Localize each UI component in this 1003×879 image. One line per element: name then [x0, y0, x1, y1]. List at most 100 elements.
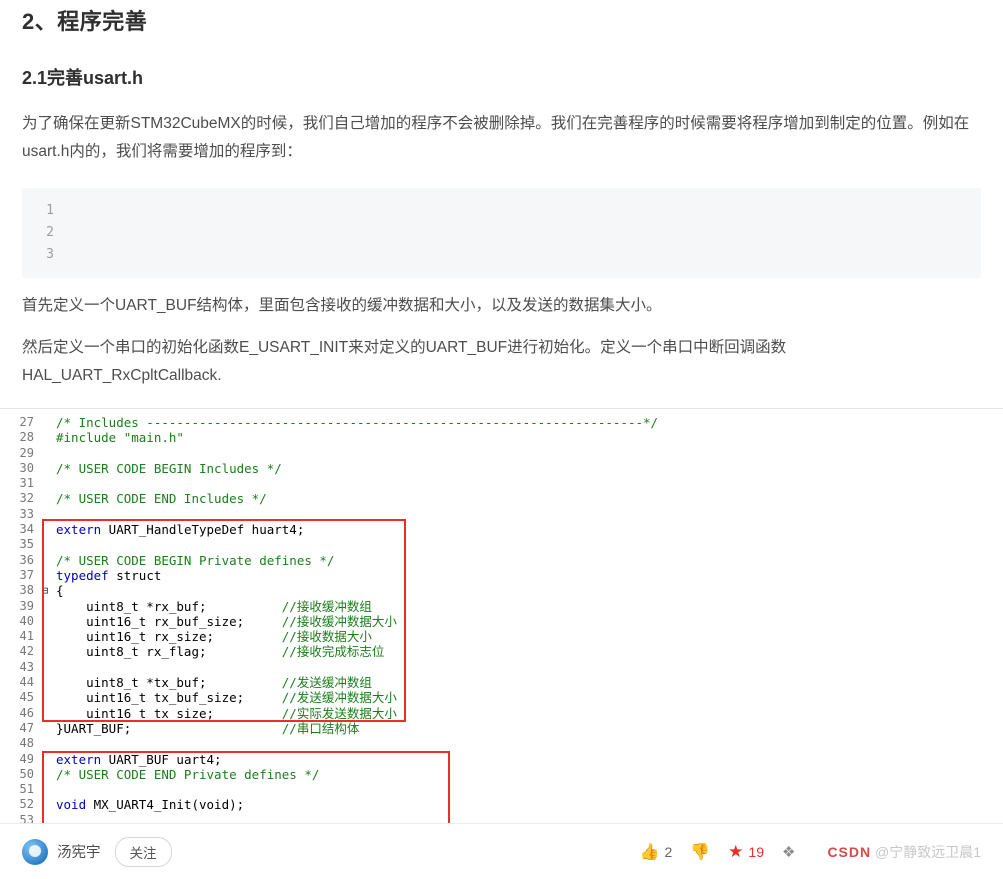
avatar[interactable]	[22, 838, 48, 865]
code-line: 45 uint16_t tx_buf_size; //发送缓冲数据大小	[0, 690, 1003, 705]
code-text: /* USER CODE BEGIN Includes */	[56, 460, 282, 476]
fold-toggle-icon	[40, 614, 50, 629]
fold-toggle-icon	[40, 782, 50, 797]
line-number: 44	[19, 675, 34, 690]
code-line: 29	[0, 446, 1003, 461]
code-line: 28 #include "main.h"	[0, 430, 1003, 445]
sub-section-title: 2.1完善usart.h	[22, 68, 144, 88]
thumb-down-icon: 👎	[690, 843, 711, 861]
code-line: 35	[0, 537, 1003, 552]
code-text: /* USER CODE END Private defines */	[56, 766, 320, 782]
code-line: 48	[0, 736, 1003, 751]
code-text: /* USER CODE END Includes */	[56, 491, 267, 507]
share-icon: ❖	[781, 843, 796, 861]
code-text: uint8_t *tx_buf; //发送缓冲数组	[56, 675, 372, 691]
fold-toggle-icon	[40, 721, 50, 736]
article-page: 2、程序完善 2.1完善usart.h 为了确保在更新STM32CubeMX的时…	[0, 0, 1003, 879]
code-line: 41 uint16_t rx_size; //接收数据大小	[0, 629, 1003, 644]
watermark-brand: CSDN	[827, 843, 872, 860]
fold-toggle-icon	[40, 476, 50, 491]
code-block-usart-defines: 1 2 3	[22, 188, 981, 278]
line-number: 51	[19, 782, 34, 797]
dislike-button[interactable]: 👎	[690, 842, 710, 862]
fold-toggle-icon	[40, 706, 50, 721]
star-icon: ★	[728, 841, 744, 861]
fold-toggle-icon	[40, 446, 50, 461]
fold-toggle-icon	[40, 767, 50, 782]
line-number: 32	[19, 491, 34, 506]
like-button[interactable]: 👍 2	[640, 842, 673, 862]
fold-toggle-icon	[40, 415, 50, 430]
favorite-button[interactable]: ★ 19	[728, 842, 764, 862]
line-number: 37	[19, 567, 34, 582]
code-text: typedef struct	[56, 567, 162, 583]
line-number: 1	[46, 203, 54, 218]
code-line: 46 uint16_t tx_size; //实际发送数据大小	[0, 706, 1003, 721]
fold-toggle-icon[interactable]: ⊟	[40, 583, 50, 598]
code-line: 37 typedef struct	[0, 568, 1003, 583]
code-text: uint16_t tx_buf_size; //发送缓冲数据大小	[56, 690, 397, 706]
thumb-up-icon: 👍	[639, 843, 660, 861]
code-block-usart-h-source: 27 /* Includes --------------------------…	[0, 408, 1003, 860]
fold-toggle-icon	[40, 507, 50, 522]
fold-toggle-icon	[40, 491, 50, 506]
fold-toggle-icon	[40, 599, 50, 614]
fold-toggle-icon	[40, 430, 50, 445]
line-number: 27	[19, 415, 34, 429]
line-number: 29	[19, 445, 34, 460]
fold-toggle-icon	[40, 644, 50, 659]
code-text: uint16_t rx_buf_size; //接收缓冲数据大小	[56, 613, 397, 629]
code-line: 38 ⊟ {	[0, 583, 1003, 598]
code-text: extern UART_BUF uart4;	[56, 751, 222, 767]
fold-toggle-icon	[40, 797, 50, 812]
code-line: 31	[0, 476, 1003, 491]
code-line: 33	[0, 507, 1003, 522]
like-count: 2	[664, 843, 673, 860]
code-line: 39 uint8_t *rx_buf; //接收缓冲数组	[0, 599, 1003, 614]
code-line: 42 uint8_t rx_flag; //接收完成标志位	[0, 644, 1003, 659]
paragraph-3: 然后定义一个串口的初始化函数E_USART_INIT来对定义的UART_BUF进…	[22, 339, 787, 384]
fold-toggle-icon	[40, 522, 50, 537]
line-number: 41	[19, 629, 34, 644]
fold-toggle-icon	[40, 675, 50, 690]
line-number: 36	[19, 552, 34, 567]
code-text: }UART_BUF; //串口结构体	[56, 720, 360, 736]
line-number: 3	[46, 247, 54, 262]
line-number: 40	[19, 613, 34, 628]
code-line: 30 /* USER CODE BEGIN Includes */	[0, 461, 1003, 476]
code-line: 50 /* USER CODE END Private defines */	[0, 767, 1003, 782]
page-title: 2、程序完善	[22, 9, 148, 34]
line-number: 50	[19, 766, 34, 781]
code-text: {	[56, 583, 64, 599]
code-line: 49 extern UART_BUF uart4;	[0, 752, 1003, 767]
line-number: 35	[19, 537, 34, 552]
code-text: uint8_t rx_flag; //接收完成标志位	[56, 644, 385, 660]
fold-toggle-icon	[40, 537, 50, 552]
line-number: 33	[19, 506, 34, 521]
code-text: uint8_t *rx_buf; //接收缓冲数组	[56, 598, 372, 614]
line-number: 39	[19, 598, 34, 613]
watermark: CSDN @宁静致远卫晨1	[827, 842, 981, 862]
code-line: 36 /* USER CODE BEGIN Private defines */	[0, 553, 1003, 568]
share-button[interactable]: ❖	[782, 843, 795, 861]
follow-button[interactable]: 关注	[114, 836, 172, 867]
fold-toggle-icon	[40, 553, 50, 568]
code-line: 27 /* Includes --------------------------…	[0, 415, 1003, 430]
watermark-user: @宁静致远卫晨1	[875, 843, 981, 860]
code-line: 3	[22, 244, 981, 266]
code-text: #include "main.h"	[56, 430, 184, 446]
code-text: /* Includes ----------------------------…	[56, 415, 659, 430]
paragraph-1: 为了确保在更新STM32CubeMX的时候，我们自己增加的程序不会被删除掉。我们…	[22, 115, 970, 160]
code-text: extern UART_HandleTypeDef huart4;	[56, 522, 305, 538]
code-line: 44 uint8_t *tx_buf; //发送缓冲数组	[0, 675, 1003, 690]
code-text: /* USER CODE BEGIN Private defines */	[56, 552, 335, 568]
fold-toggle-icon	[40, 660, 50, 675]
author-name[interactable]: 汤宪宇	[57, 841, 101, 862]
fold-toggle-icon	[40, 461, 50, 476]
